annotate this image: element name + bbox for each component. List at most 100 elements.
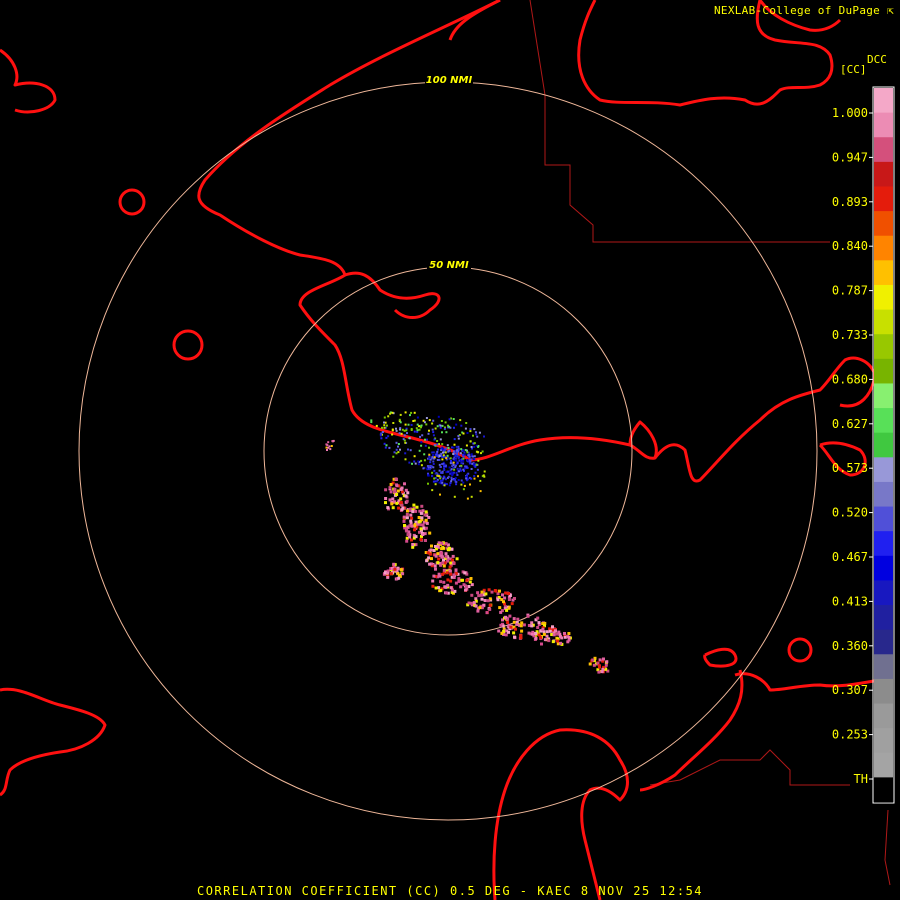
echo-pixel [395, 452, 398, 455]
echo-pixel [435, 480, 438, 483]
echo-pixel [478, 431, 481, 434]
product-code: DCC [867, 53, 887, 66]
echo-pixel [520, 629, 524, 633]
echo-pixel [403, 434, 406, 437]
echo-pixel [455, 483, 458, 486]
echo-pixel [428, 429, 430, 432]
color-scale-swatch [874, 432, 893, 458]
echo-pixel [480, 452, 482, 455]
echo-pixel [412, 503, 416, 507]
echo-pixel [428, 468, 431, 471]
echo-pixel [420, 441, 423, 444]
echo-pixel [428, 531, 432, 535]
echo-pixel [428, 446, 430, 449]
echo-pixel [428, 453, 431, 456]
echo-pixel [389, 490, 393, 494]
echo-pixel [507, 592, 510, 595]
arrow-cursor-icon: ⇱ [887, 4, 894, 17]
echo-pixel [436, 561, 440, 565]
echo-pixel [385, 436, 388, 439]
echo-pixel [438, 459, 441, 461]
echo-pixel [405, 513, 409, 516]
echo-pixel [545, 630, 549, 634]
echo-pixel [416, 429, 419, 432]
echo-pixel [329, 448, 332, 451]
credit-text: NEXLAB-College of DuPage ⇱ [714, 4, 894, 17]
color-scale-swatch [874, 531, 893, 557]
echo-pixel [436, 425, 439, 428]
echo-pixel [506, 621, 510, 624]
color-scale-label: 1.000 [832, 106, 868, 120]
echo-pixel [488, 607, 492, 611]
echo-pixel [470, 468, 473, 470]
echo-pixel [451, 558, 454, 562]
echo-pixel [384, 497, 388, 500]
echo-pixel [476, 468, 479, 471]
echo-pixel [451, 554, 455, 558]
echo-pixel [429, 458, 432, 461]
echo-pixel [463, 451, 466, 454]
echo-pixel [395, 441, 398, 444]
echo-pixel [448, 484, 451, 487]
echo-pixel [433, 469, 436, 472]
echo-pixel [408, 437, 411, 440]
echo-pixel [567, 635, 571, 639]
echo-pixel [440, 541, 444, 545]
echo-pixel [427, 432, 430, 435]
echo-pixel [457, 479, 460, 481]
echo-pixel [498, 606, 502, 610]
color-scale-swatch [874, 211, 893, 237]
echo-pixel [476, 609, 480, 613]
echo-pixel [410, 516, 414, 520]
echo-pixel [395, 501, 399, 505]
echo-pixel [446, 454, 449, 457]
echo-pixel [411, 543, 415, 546]
echo-pixel [433, 438, 436, 441]
echo-pixel [436, 450, 439, 453]
scale-unit: [CC] [840, 63, 867, 76]
echo-pixel [449, 572, 453, 576]
echo-pixel [512, 631, 516, 635]
echo-pixel [440, 547, 444, 551]
echo-pixel [423, 421, 426, 424]
echo-pixel [450, 480, 453, 483]
echo-pixel [414, 462, 417, 465]
echo-pixel [439, 477, 442, 480]
echo-pixel [402, 519, 406, 523]
echo-pixel [446, 548, 450, 552]
echo-pixel [540, 642, 543, 646]
echo-pixel [387, 415, 390, 418]
echo-pixel [429, 461, 432, 464]
echo-pixel [494, 589, 498, 593]
echo-pixel [499, 610, 503, 614]
echo-pixel [469, 440, 472, 443]
echo-pixel [476, 435, 479, 438]
echo-pixel [536, 616, 540, 620]
echo-pixel [440, 479, 443, 482]
echo-pixel [441, 471, 444, 474]
echo-pixel [409, 414, 411, 417]
color-scale-swatch [874, 605, 893, 631]
echo-pixel [452, 446, 455, 449]
echo-pixel [469, 430, 472, 433]
echo-pixel [394, 477, 398, 481]
color-scale-label: 0.413 [832, 594, 868, 608]
echo-pixel [476, 591, 480, 595]
echo-pixel [445, 591, 448, 595]
echo-pixel [496, 598, 500, 602]
echo-pixel [383, 416, 386, 419]
echo-pixel [413, 524, 417, 528]
echo-pixel [452, 461, 455, 464]
echo-pixel [384, 488, 388, 492]
echo-pixel [395, 448, 398, 451]
echo-pixel [456, 474, 459, 476]
echo-pixel [470, 446, 473, 448]
echo-pixel [474, 431, 477, 434]
echo-pixel [508, 614, 512, 618]
echo-pixel [469, 428, 472, 431]
echo-pixel [534, 632, 538, 635]
echo-pixel [515, 622, 519, 626]
echo-pixel [391, 497, 395, 501]
echo-pixel [406, 491, 410, 495]
echo-pixel [429, 548, 433, 552]
